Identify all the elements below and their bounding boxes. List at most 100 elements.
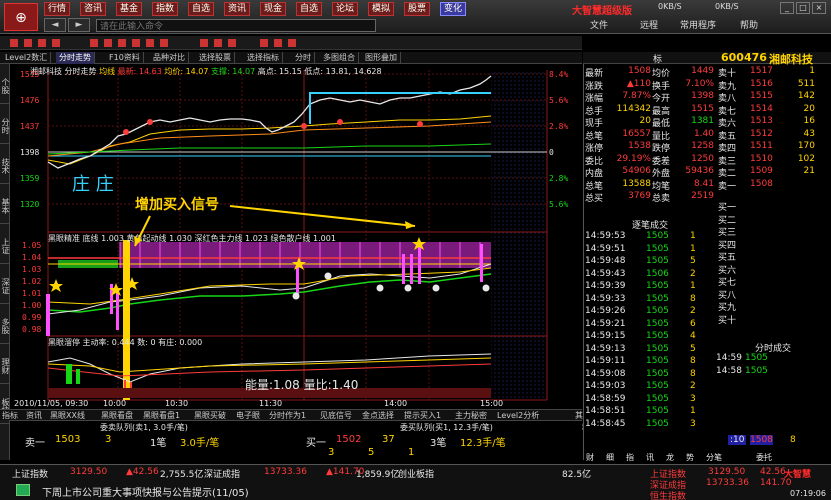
quote-label-4: 现手 bbox=[585, 119, 604, 129]
tab-4[interactable]: 选择股票 bbox=[196, 52, 235, 64]
ask-volume-3: 20 bbox=[803, 103, 815, 114]
toolbar-button-9[interactable]: 模拟 bbox=[368, 2, 395, 16]
time-label-5: 15:00 bbox=[480, 399, 504, 408]
vertical-tab-0[interactable]: 个股 bbox=[0, 68, 10, 104]
quote-label2-5: 量比 bbox=[652, 131, 671, 142]
quote-value2-6: 1258 bbox=[691, 141, 714, 151]
trade-price-8: 1505 bbox=[646, 331, 669, 341]
sh-index-name[interactable]: 上证指数 bbox=[12, 467, 48, 480]
quote-label2-1: 换手 bbox=[652, 81, 671, 92]
quote-label-5: 总笔 bbox=[585, 131, 604, 142]
right-sz-value: 13733.36 bbox=[706, 478, 749, 488]
maximize-icon[interactable]: □ bbox=[796, 2, 810, 14]
trade-time-9: 14:59:13 bbox=[585, 343, 626, 354]
menu-file[interactable]: 文件 bbox=[590, 18, 608, 31]
ask-label-4: 卖六 bbox=[718, 119, 737, 129]
forward-button[interactable]: ► bbox=[68, 18, 90, 32]
command-input[interactable] bbox=[96, 19, 376, 32]
news-ticker[interactable]: 下周上市公司重大事项快报与公告提示(11/05) bbox=[42, 484, 249, 499]
tab-3[interactable]: 品种对比 bbox=[150, 52, 189, 64]
y-pct-3: 2.8% bbox=[549, 122, 569, 131]
chart-stock-name: 湘邮科技 分时走势 bbox=[30, 67, 97, 76]
vertical-tab-5[interactable]: 深证 bbox=[0, 268, 10, 304]
quote-value2-5: 1.40 bbox=[693, 128, 714, 139]
toolbar-button-11[interactable]: 变化 bbox=[440, 2, 467, 16]
tab-7[interactable]: 多图组合 bbox=[320, 52, 359, 64]
trade-price-7: 1505 bbox=[646, 318, 669, 329]
toolbar-button-8[interactable]: 论坛 bbox=[332, 2, 359, 16]
toolbar-button-5[interactable]: 资讯 bbox=[224, 2, 251, 16]
chart-ma-label: 均线 bbox=[99, 67, 116, 76]
tab-8[interactable]: 图形叠加 bbox=[362, 52, 401, 64]
menu-common[interactable]: 常用程序 bbox=[680, 18, 716, 31]
quote-label2-3: 最高 bbox=[652, 106, 671, 117]
trade-volume-11: 8 bbox=[690, 368, 696, 379]
annotation-arrows bbox=[134, 205, 416, 247]
tab-6[interactable]: 分时 bbox=[292, 52, 315, 64]
trade-time-14: 14:58:51 bbox=[585, 406, 626, 416]
quote-value-10: 3769 bbox=[628, 191, 651, 201]
bid-queue-extra-2: 5 bbox=[368, 447, 375, 458]
toolbar-button-2[interactable]: 基金 bbox=[116, 2, 143, 16]
trade-time-12: 14:59:03 bbox=[585, 381, 626, 391]
quote-bottom-tab-2[interactable]: 指 bbox=[626, 452, 634, 463]
trade-price-11: 1505 bbox=[646, 368, 669, 379]
status-brand: 大智慧 bbox=[784, 470, 812, 480]
tab-5[interactable]: 选择指标 bbox=[244, 52, 283, 64]
trade-volume-10: 8 bbox=[690, 356, 696, 366]
trade-volume-4: 1 bbox=[690, 281, 696, 291]
toolbar-button-6[interactable]: 现金 bbox=[260, 2, 287, 16]
bid-queue-title: 委买队列(买1, 12.3手/笔) bbox=[400, 423, 493, 432]
quote-bottom-tab-7[interactable]: 委托 bbox=[756, 452, 772, 463]
top-toolbar: ⊕ 行情咨讯基金指数自选资讯现金自选论坛模拟股票变化 ◄ ► 大智慧超级版 0K… bbox=[0, 0, 831, 34]
quote-label2-0: 均价 bbox=[652, 69, 671, 79]
stock-name: 湘邮科技 bbox=[769, 53, 813, 66]
close-icon[interactable]: × bbox=[812, 2, 826, 14]
menu-help[interactable]: 帮助 bbox=[740, 18, 758, 31]
toolbar-button-3[interactable]: 指数 bbox=[152, 2, 179, 16]
quote-bottom-tab-3[interactable]: 讯 bbox=[646, 452, 654, 463]
tab-2[interactable]: F10资料 bbox=[106, 52, 144, 64]
quote-bottom-tab-0[interactable]: 财 bbox=[586, 452, 594, 463]
quote-bottom-tab-1[interactable]: 细 bbox=[606, 452, 614, 463]
fen-time-0: 14:59 bbox=[716, 353, 742, 363]
tool-icons[interactable] bbox=[0, 36, 582, 50]
toolbar-button-10[interactable]: 股票 bbox=[404, 2, 431, 16]
last-row-volume: 8 bbox=[790, 435, 796, 445]
quote-label2-10: 总卖 bbox=[652, 194, 671, 204]
menu-remote[interactable]: 远程 bbox=[640, 18, 658, 31]
minimize-icon[interactable]: _ bbox=[780, 2, 794, 14]
sz-index-name[interactable]: 深证成指 bbox=[204, 467, 240, 480]
vertical-tab-1[interactable]: 分时 bbox=[0, 108, 10, 144]
vertical-tab-3[interactable]: 基本 bbox=[0, 188, 10, 224]
bid-label-2: 买三 bbox=[718, 228, 737, 238]
quote-label-6: 涨停 bbox=[585, 144, 604, 154]
toolbar-button-7[interactable]: 自选 bbox=[296, 2, 323, 16]
cy-index-name[interactable]: 创业板指 bbox=[398, 467, 434, 480]
trade-price-5: 1505 bbox=[646, 293, 669, 304]
right-hs-name[interactable]: 恒生指数 bbox=[650, 489, 686, 500]
vertical-tab-6[interactable]: 多股 bbox=[0, 308, 10, 344]
trade-time-3: 14:59:43 bbox=[585, 268, 626, 279]
vertical-tab-2[interactable]: 技术 bbox=[0, 148, 10, 184]
trade-time-6: 14:59:26 bbox=[585, 306, 626, 316]
toolbar-button-4[interactable]: 自选 bbox=[188, 2, 215, 16]
back-button[interactable]: ◄ bbox=[44, 18, 66, 32]
trade-time-5: 14:59:33 bbox=[585, 293, 626, 304]
toolbar-button-1[interactable]: 咨讯 bbox=[80, 2, 107, 16]
tab-0[interactable]: Level2数汇 bbox=[2, 52, 52, 64]
quote-bottom-tab-6[interactable]: 分笔 bbox=[706, 452, 722, 463]
quote-value-3: 114342 bbox=[616, 103, 651, 114]
quote-bottom-tab-4[interactable]: 龙 bbox=[666, 452, 674, 463]
toolbar-button-0[interactable]: 行情 bbox=[44, 2, 71, 16]
mid-axis-label-3: 1.02 bbox=[22, 277, 42, 286]
quote-value-9: 13588 bbox=[622, 178, 651, 189]
vertical-tab-4[interactable]: 上证 bbox=[0, 228, 10, 264]
quote-title-tab[interactable]: 标 bbox=[653, 52, 662, 65]
mid-axis-label-6: 0.99 bbox=[22, 313, 42, 322]
quote-bottom-tab-5[interactable]: 势 bbox=[686, 452, 694, 463]
vertical-tab-7[interactable]: 理财 bbox=[0, 348, 10, 384]
mid-axis-label-7: 0.98 bbox=[22, 325, 42, 334]
trade-price-3: 1506 bbox=[646, 268, 669, 279]
tab-1[interactable]: 分时走势 bbox=[56, 52, 95, 64]
